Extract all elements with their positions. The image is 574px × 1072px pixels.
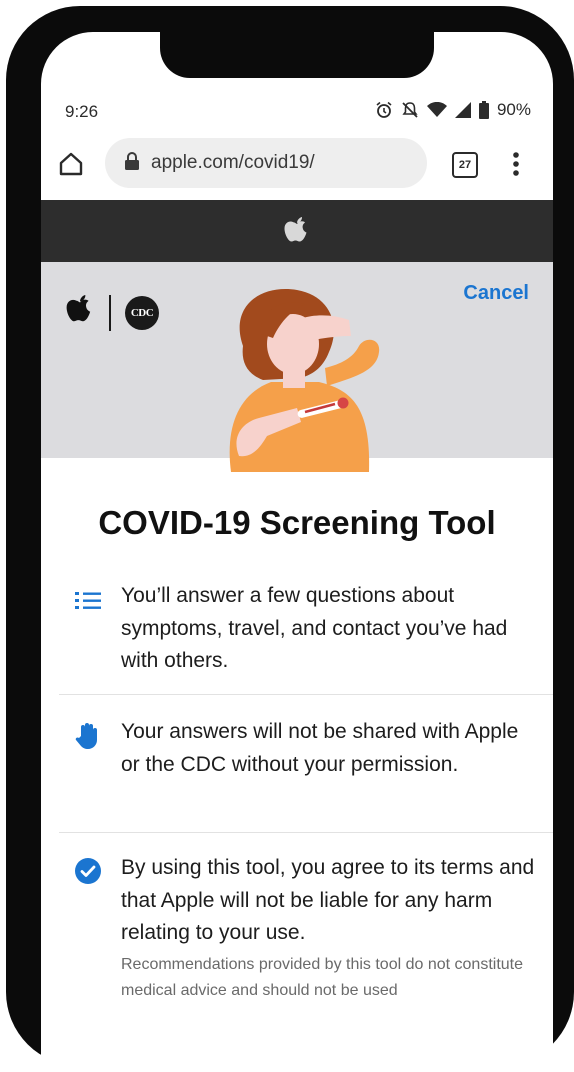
cdc-logo: CDC — [125, 295, 159, 330]
apple-global-nav — [41, 200, 553, 262]
divider — [59, 832, 553, 833]
address-bar[interactable]: apple.com/covid19/ — [105, 138, 427, 188]
battery-icon — [478, 101, 489, 119]
disclaimer-text: Recommendations provided by this tool do… — [121, 956, 524, 999]
page-title: COVID-19 Screening Tool — [98, 504, 496, 541]
divider — [59, 694, 553, 695]
lock-icon — [125, 151, 139, 175]
tab-switcher-button[interactable]: 27 — [452, 152, 478, 178]
info-item-text: Your answers will not be shared with App… — [121, 720, 519, 776]
sick-person-illustration — [229, 289, 380, 472]
info-item-text: You’ll answer a few questions about symp… — [121, 584, 508, 672]
apple-logo-icon — [65, 292, 95, 333]
checkmark-circle-icon — [75, 858, 101, 889]
url-text: apple.com/covid19/ — [151, 152, 315, 173]
phone-screen: 9:26 90% apple.com/covid19/ 27 CDC Cance… — [41, 32, 553, 1072]
info-item-text: By using this tool, you agree to its ter… — [121, 856, 535, 944]
battery-percent: 90% — [496, 100, 531, 119]
partner-logos: CDC — [65, 292, 159, 333]
phone-frame: 9:26 90% apple.com/covid19/ 27 CDC Cance… — [6, 6, 574, 1072]
signal-icon — [454, 102, 471, 118]
home-icon — [59, 152, 83, 176]
status-icons: 90% — [375, 100, 531, 120]
more-vert-icon — [513, 152, 519, 176]
status-time: 9:26 — [65, 102, 99, 121]
home-button[interactable] — [57, 150, 85, 178]
overflow-menu-button[interactable] — [511, 150, 521, 178]
hero-banner: CDC Cancel — [41, 262, 553, 472]
wifi-icon — [426, 102, 447, 118]
alarm-icon — [375, 101, 393, 119]
apple-logo-icon[interactable] — [283, 215, 311, 252]
cancel-link[interactable]: Cancel — [463, 282, 529, 305]
numbered-list-icon — [75, 590, 101, 617]
mute-icon — [401, 101, 419, 119]
logo-divider — [109, 294, 111, 331]
hand-icon — [75, 722, 99, 755]
phone-notch — [160, 32, 434, 78]
